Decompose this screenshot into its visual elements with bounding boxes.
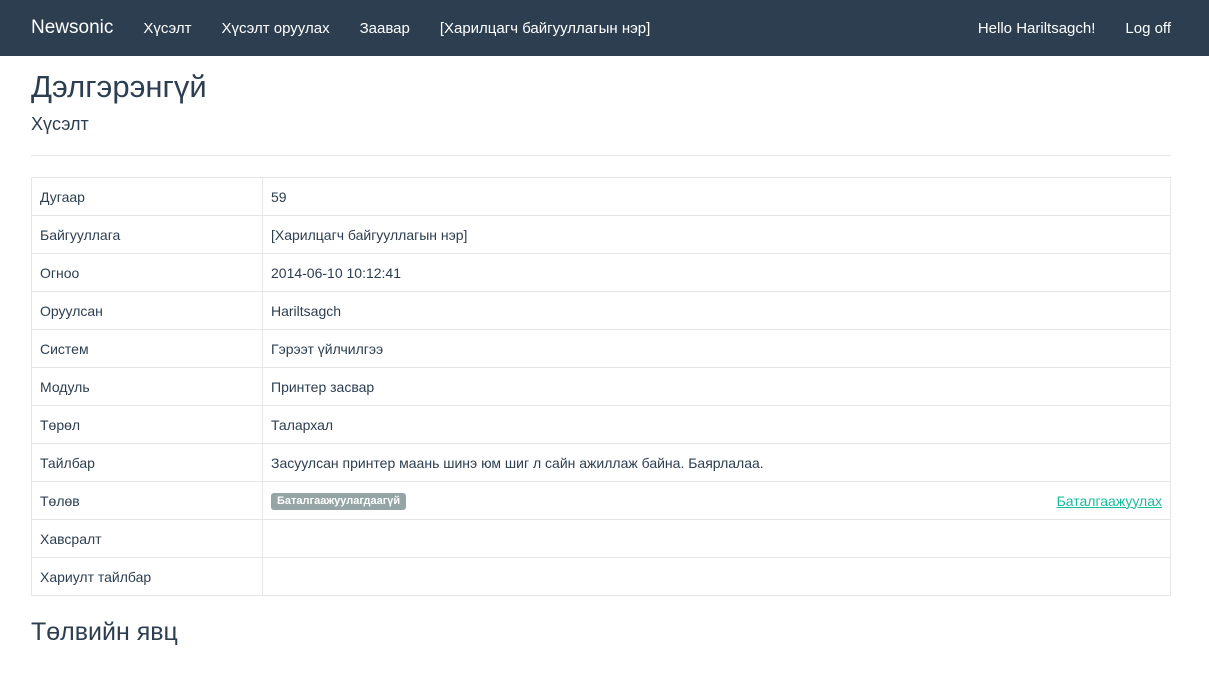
table-row: Тайлбар Засуулсан принтер маань шинэ юм … bbox=[31, 443, 1171, 482]
status-history-title: Төлвийн явц bbox=[31, 618, 178, 646]
request-details-table: Дугаар 59 Байгууллага [Харилцагч байгуул… bbox=[31, 177, 1171, 596]
row-label-attachment: Хавсралт bbox=[31, 519, 263, 558]
page-title: Дэлгэрэнгүй bbox=[31, 69, 207, 104]
row-label-reply: Хариулт тайлбар bbox=[31, 557, 263, 596]
row-value-module: Принтер засвар bbox=[262, 367, 1171, 406]
row-value-description: Засуулсан принтер маань шинэ юм шиг л са… bbox=[262, 443, 1171, 482]
row-label-organization: Байгууллага bbox=[31, 215, 263, 254]
row-label-status: Төлөв bbox=[31, 481, 263, 520]
top-navbar: Newsonic Хүсэлт Хүсэлт оруулах Заавар [Х… bbox=[0, 0, 1209, 56]
table-row: Байгууллага [Харилцагч байгууллагын нэр] bbox=[31, 215, 1171, 254]
main-content: Дэлгэрэнгүй Хүсэлт Дугаар 59 Байгууллага… bbox=[0, 69, 1209, 647]
row-label-description: Тайлбар bbox=[31, 443, 263, 482]
nav-link-add-request[interactable]: Хүсэлт оруулах bbox=[222, 20, 330, 37]
user-greeting-link[interactable]: Hello Hariltsagch! bbox=[978, 20, 1096, 37]
row-value-number: 59 bbox=[262, 177, 1171, 216]
nav-link-guide[interactable]: Заавар bbox=[360, 20, 410, 37]
row-value-reply bbox=[262, 557, 1171, 596]
status-badge: Баталгаажуулагдаагүй bbox=[271, 493, 407, 510]
row-value-submitted-by: Hariltsagch bbox=[262, 291, 1171, 330]
row-label-system: Систем bbox=[31, 329, 263, 368]
table-row: Хавсралт bbox=[31, 519, 1171, 558]
row-value-attachment bbox=[262, 519, 1171, 558]
row-label-module: Модуль bbox=[31, 367, 263, 406]
table-row: Огноо 2014-06-10 10:12:41 bbox=[31, 253, 1171, 292]
row-value-organization: [Харилцагч байгууллагын нэр] bbox=[262, 215, 1171, 254]
row-value-status: Баталгаажуулагдаагүй Баталгаажуулах bbox=[262, 481, 1171, 520]
row-label-submitted-by: Оруулсан bbox=[31, 291, 263, 330]
row-value-date: 2014-06-10 10:12:41 bbox=[262, 253, 1171, 292]
row-label-number: Дугаар bbox=[31, 177, 263, 216]
table-row: Хариулт тайлбар bbox=[31, 557, 1171, 596]
table-row: Систем Гэрээт үйлчилгээ bbox=[31, 329, 1171, 368]
table-row: Оруулсан Hariltsagch bbox=[31, 291, 1171, 330]
nav-link-organization[interactable]: [Харилцагч байгууллагын нэр] bbox=[440, 20, 650, 37]
page-subtitle: Хүсэлт bbox=[31, 114, 89, 134]
nav-link-requests[interactable]: Хүсэлт bbox=[143, 20, 191, 37]
row-label-type: Төрөл bbox=[31, 405, 263, 444]
brand-link[interactable]: Newsonic bbox=[31, 17, 113, 39]
logoff-link[interactable]: Log off bbox=[1125, 20, 1171, 37]
row-value-system: Гэрээт үйлчилгээ bbox=[262, 329, 1171, 368]
table-row: Модуль Принтер засвар bbox=[31, 367, 1171, 406]
row-label-date: Огноо bbox=[31, 253, 263, 292]
confirm-link[interactable]: Баталгаажуулах bbox=[1057, 493, 1162, 509]
table-row: Дугаар 59 bbox=[31, 177, 1171, 216]
header-divider bbox=[31, 155, 1171, 156]
row-value-type: Талархал bbox=[262, 405, 1171, 444]
navbar-user-area: Hello Hariltsagch! Log off bbox=[978, 0, 1171, 56]
table-row: Төрөл Талархал bbox=[31, 405, 1171, 444]
table-row: Төлөв Баталгаажуулагдаагүй Баталгаажуула… bbox=[31, 481, 1171, 520]
